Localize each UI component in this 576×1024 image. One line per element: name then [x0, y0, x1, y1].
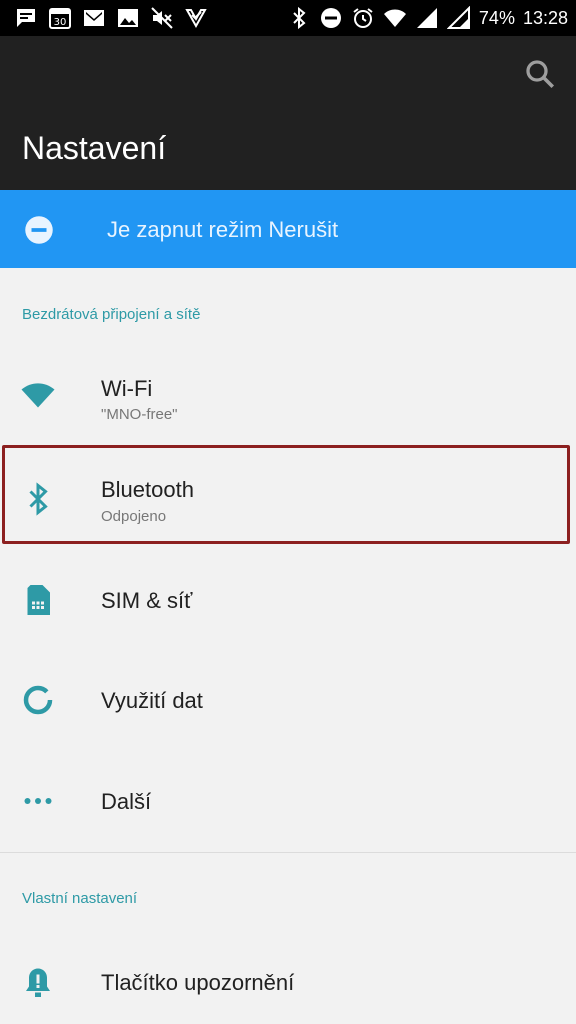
dnd-banner[interactable]: Je zapnut režim Nerušit: [0, 190, 576, 268]
signal-icon: [415, 6, 439, 30]
search-button[interactable]: [522, 56, 558, 92]
item-title: SIM & síť: [101, 588, 193, 613]
section-divider: [0, 852, 576, 853]
item-title: Wi-Fi: [101, 376, 153, 401]
clock: 13:28: [522, 8, 568, 28]
section-header-custom: Vlastní nastavení: [22, 890, 138, 907]
app-toolbar: Nastavení: [0, 36, 576, 190]
settings-item-sim[interactable]: SIM & síť: [0, 550, 576, 650]
dnd-banner-text: Je zapnut režim Nerušit: [107, 217, 339, 242]
dnd-icon: [319, 6, 343, 30]
wifi-icon: [20, 376, 56, 412]
data-usage-icon: [20, 682, 56, 718]
mail-icon: [82, 6, 106, 30]
alarm-icon: [351, 6, 375, 30]
settings-item-more[interactable]: Další: [0, 751, 576, 851]
item-subtitle: Odpojeno: [101, 508, 167, 525]
more-icon: [20, 783, 56, 819]
bluetooth-icon: [287, 6, 311, 30]
item-title: Další: [101, 789, 152, 814]
dnd-icon: [24, 215, 54, 245]
settings-item-bluetooth[interactable]: Bluetooth Odpojeno: [0, 445, 576, 545]
item-title: Tlačítko upozornění: [101, 970, 295, 995]
page-title: Nastavení: [22, 130, 167, 166]
search-icon: [526, 60, 555, 89]
status-bar: 30 74% 13:28: [0, 0, 576, 36]
bluetooth-icon: [20, 481, 56, 517]
image-icon: [116, 6, 140, 30]
alert-slider-icon: [20, 964, 56, 1000]
calendar-icon: 30: [48, 6, 72, 30]
section-header-wireless: Bezdrátová připojení a sítě: [22, 306, 201, 323]
calendar-day: 30: [54, 17, 67, 28]
settings-item-alert-slider[interactable]: Tlačítko upozornění: [0, 930, 576, 1024]
task-icon: [184, 6, 208, 30]
mute-icon: [150, 6, 174, 30]
item-title: Využití dat: [101, 688, 203, 713]
settings-screen: 30 74% 13:28 Nastavení Je zapnut režim N…: [0, 0, 576, 1024]
signal-icon: [446, 6, 471, 30]
system-icons: 74% 13:28: [287, 6, 568, 30]
message-icon: [14, 6, 38, 30]
notification-icons: 30: [14, 6, 208, 30]
settings-item-wifi[interactable]: Wi-Fi "MNO-free": [0, 344, 576, 444]
sim-card-icon: [20, 582, 56, 618]
wifi-icon: [383, 6, 407, 30]
settings-item-data-usage[interactable]: Využití dat: [0, 650, 576, 750]
item-subtitle: "MNO-free": [101, 406, 178, 423]
battery-percent: 74%: [478, 8, 515, 28]
item-title: Bluetooth: [101, 477, 194, 502]
